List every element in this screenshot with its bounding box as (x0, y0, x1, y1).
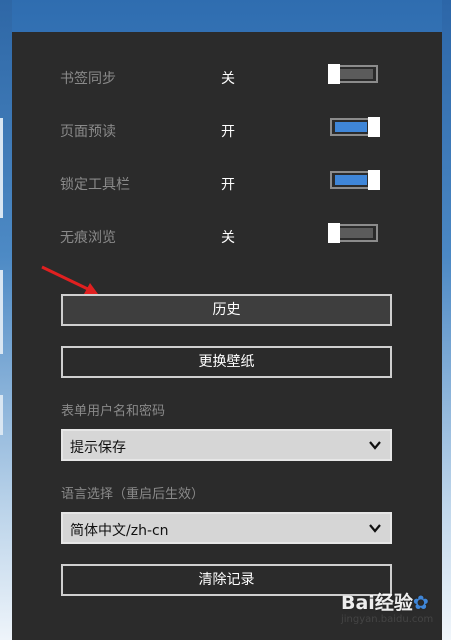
background-edge (0, 270, 3, 354)
setting-label: 页面预读 (60, 124, 116, 140)
setting-row-page-preload: 页面预读 开 (60, 115, 390, 145)
setting-state: 开 (221, 177, 235, 193)
setting-state: 开 (221, 124, 235, 140)
watermark-url: jingyan.baidu.com (341, 614, 434, 625)
incognito-toggle[interactable] (328, 223, 378, 243)
toggle-thumb (328, 64, 340, 84)
setting-label: 书签同步 (60, 71, 116, 87)
history-button[interactable]: 历史 (61, 294, 392, 326)
setting-row-incognito: 无痕浏览 关 (60, 221, 390, 251)
toggle-track (335, 175, 367, 185)
toggle-thumb (368, 170, 380, 190)
setting-state: 关 (221, 230, 235, 246)
background-sky-right (442, 0, 451, 640)
red-arrow-annotation (41, 265, 98, 294)
setting-label: 无痕浏览 (60, 230, 116, 246)
select-value: 提示保存 (70, 440, 126, 456)
toggle-thumb (368, 117, 380, 137)
language-label: 语言选择（重启后生效） (61, 487, 205, 502)
toggle-track (335, 228, 373, 238)
setting-label: 锁定工具栏 (60, 177, 130, 193)
background-edge (0, 395, 3, 435)
lock-toolbar-toggle[interactable] (330, 170, 380, 190)
select-value: 简体中文/zh-cn (70, 523, 169, 539)
setting-state: 关 (221, 71, 235, 87)
setting-row-bookmark-sync: 书签同步 关 (60, 62, 390, 92)
bookmark-sync-toggle[interactable] (328, 64, 378, 84)
page-preload-toggle[interactable] (330, 117, 380, 137)
toggle-thumb (328, 223, 340, 243)
background-edge (0, 118, 3, 218)
setting-row-lock-toolbar: 锁定工具栏 开 (60, 168, 390, 198)
toggle-track (335, 122, 367, 132)
chevron-down-icon (369, 441, 381, 450)
language-select[interactable]: 简体中文/zh-cn (61, 512, 392, 544)
form-credentials-select[interactable]: 提示保存 (61, 429, 392, 461)
settings-panel: 书签同步 关 页面预读 开 锁定工具栏 开 无痕浏览 关 历史 更换壁纸 表单用… (12, 32, 442, 640)
toggle-track (335, 69, 373, 79)
baidu-logo: Bai经验✿ (341, 592, 429, 614)
form-credentials-label: 表单用户名和密码 (61, 404, 166, 419)
change-wallpaper-button[interactable]: 更换壁纸 (61, 346, 392, 378)
chevron-down-icon (369, 524, 381, 533)
baidu-jingyan-watermark: Bai经验✿ jingyan.baidu.com (341, 588, 441, 632)
